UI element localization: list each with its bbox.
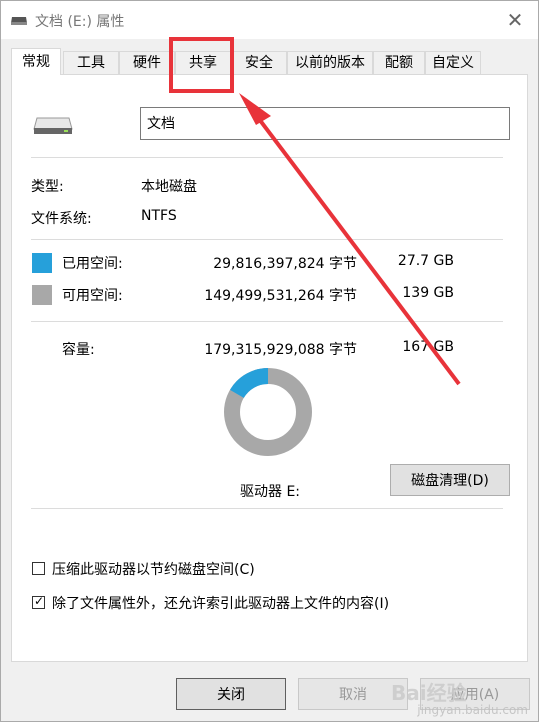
checkmark-icon: ✓: [34, 594, 45, 608]
window-title: 文档 (E:) 属性: [35, 14, 125, 30]
watermark-url: jingyan.baidu.com: [417, 703, 528, 717]
separator: [31, 239, 503, 240]
drive-label: 驱动器 E:: [240, 484, 301, 500]
watermark-logo: Bai经验: [391, 681, 467, 705]
tab-sharing[interactable]: 共享: [175, 51, 231, 74]
free-space-bytes: 149,499,531,264 字节: [204, 288, 357, 304]
free-space-size: 139 GB: [402, 285, 454, 301]
tab-previous-versions[interactable]: 以前的版本: [287, 51, 373, 74]
tab-general[interactable]: 常规: [11, 48, 61, 75]
tab-hardware[interactable]: 硬件: [119, 51, 175, 74]
tab-quota[interactable]: 配额: [373, 51, 425, 74]
used-space-size: 27.7 GB: [397, 253, 454, 269]
capacity-bytes: 179,315,929,088 字节: [204, 342, 357, 358]
capacity-size: 167 GB: [402, 339, 454, 355]
used-space-arc: [229, 368, 269, 399]
tab-security[interactable]: 安全: [231, 51, 287, 74]
separator: [31, 321, 503, 322]
disk-cleanup-button[interactable]: 磁盘清理(D): [390, 464, 510, 496]
drive-icon: [11, 17, 27, 25]
drive-name-input[interactable]: 文档: [140, 107, 510, 140]
properties-window: 文档 (E:) 属性 ✕ 常规 工具 硬件 共享 安全 以前的版本 配额 自定义…: [0, 0, 539, 722]
index-label[interactable]: 除了文件属性外，还允许索引此驱动器上文件的内容(I): [52, 593, 389, 613]
title-bar[interactable]: 文档 (E:) 属性 ✕: [1, 1, 538, 39]
usage-donut-chart: [224, 368, 312, 456]
type-label: 类型:: [31, 179, 64, 195]
used-space-label: 已用空间:: [62, 256, 123, 272]
used-space-bytes: 29,816,397,824 字节: [213, 256, 357, 272]
tab-tools[interactable]: 工具: [63, 51, 119, 74]
type-value: 本地磁盘: [141, 179, 197, 195]
separator: [31, 508, 503, 509]
close-button[interactable]: 关闭: [176, 678, 286, 710]
hard-drive-icon: [33, 117, 73, 134]
capacity-label: 容量:: [62, 342, 95, 358]
free-space-swatch: [32, 285, 52, 305]
compress-label[interactable]: 压缩此驱动器以节约磁盘空间(C): [52, 559, 255, 579]
tab-customize[interactable]: 自定义: [425, 51, 481, 74]
free-space-label: 可用空间:: [62, 288, 123, 304]
separator: [31, 157, 503, 158]
used-space-swatch: [32, 253, 52, 273]
filesystem-label: 文件系统:: [31, 211, 92, 227]
close-icon[interactable]: ✕: [492, 1, 538, 39]
index-checkbox[interactable]: ✓: [32, 594, 45, 609]
compress-checkbox[interactable]: [32, 562, 45, 575]
filesystem-value: NTFS: [141, 208, 177, 224]
